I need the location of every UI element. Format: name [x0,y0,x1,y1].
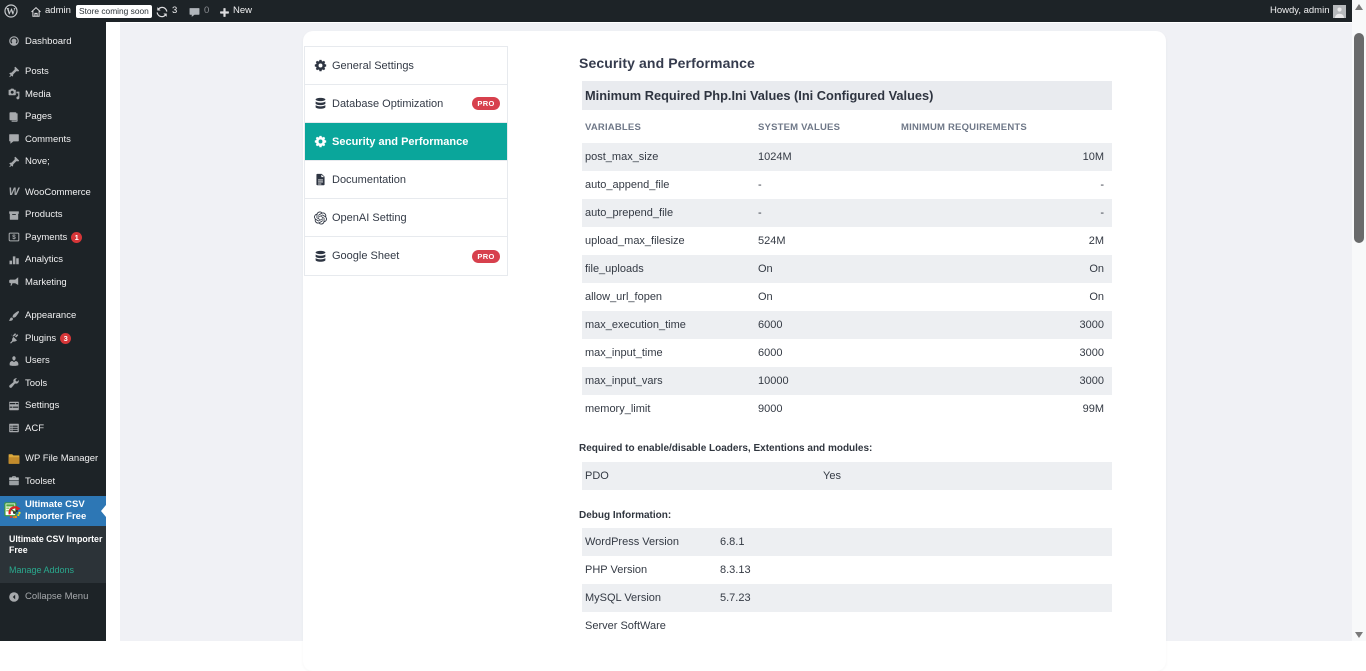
svg-text:W: W [6,7,16,17]
svg-text:$: $ [12,234,16,241]
